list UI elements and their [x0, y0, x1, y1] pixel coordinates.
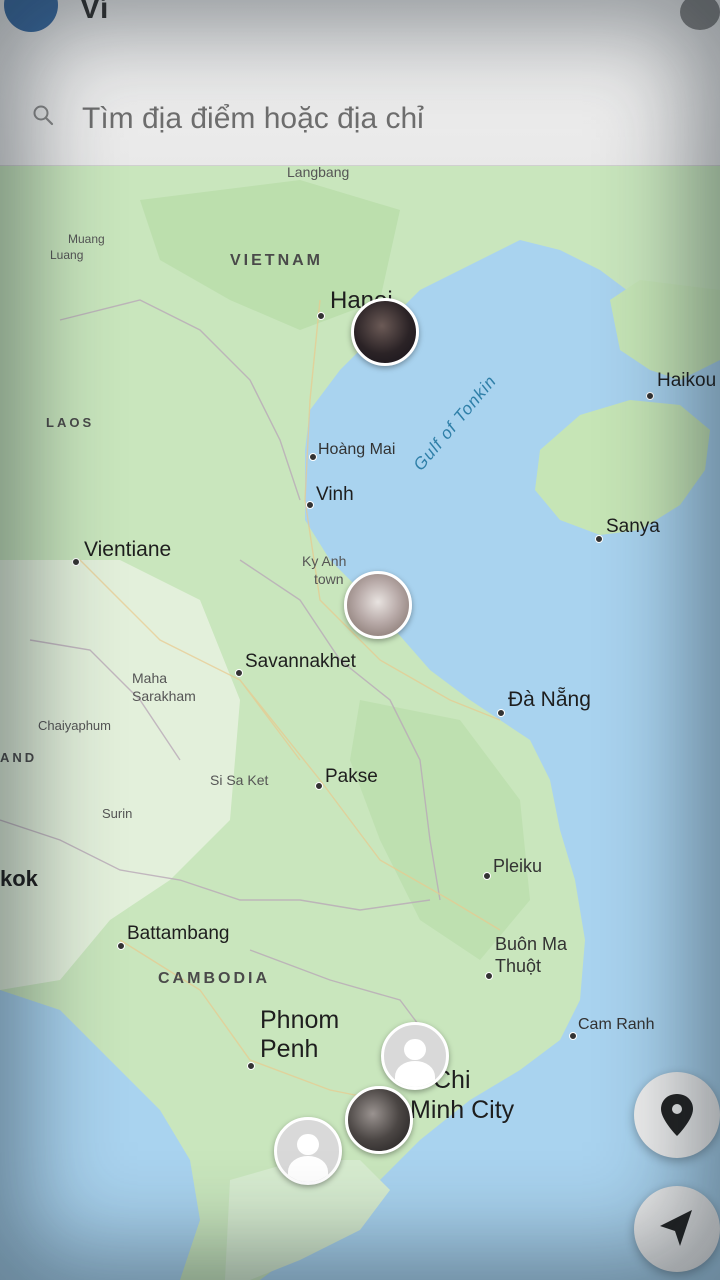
country-label-partial: AND [0, 750, 38, 765]
city-dot [483, 872, 491, 880]
map-pin-icon [661, 1094, 693, 1136]
place-label: Ky Anh [302, 553, 347, 569]
city-label-sanya: Sanya [606, 516, 660, 537]
place-label: town [314, 571, 344, 587]
place-label: Luang [50, 248, 84, 262]
avatar-body [395, 1060, 435, 1087]
place-label: Maha [132, 670, 168, 686]
city-label-hoang-mai: Hoàng Mai [318, 441, 396, 458]
city-dot [485, 972, 493, 980]
map-screen: Langbang Muang Luang VIETNAM Hanoi Haiko… [0, 0, 720, 1280]
avatar-head [404, 1038, 426, 1060]
navigation-arrow-icon [660, 1210, 692, 1246]
city-dot [646, 392, 654, 400]
map-canvas[interactable] [0, 0, 720, 1280]
city-dot [235, 669, 243, 677]
profile-icon[interactable] [680, 0, 720, 30]
place-label: Surin [102, 806, 133, 821]
city-dot [72, 558, 80, 566]
city-label-da-nang: Đà Nẵng [508, 688, 591, 711]
avatar-head [297, 1133, 319, 1155]
city-dot [247, 1062, 255, 1070]
city-label-cam-ranh: Cam Ranh [578, 1016, 655, 1033]
city-label-buon-ma-thuot-2: Thuột [495, 956, 542, 976]
city-label-pleiku: Pleiku [493, 856, 543, 876]
city-label-partial: kok [0, 866, 38, 891]
page-title: Ví [80, 0, 109, 25]
city-label-savannakhet: Savannakhet [245, 651, 356, 672]
city-label-battambang: Battambang [127, 923, 230, 944]
place-label: Si Sa Ket [210, 772, 269, 788]
default-avatar-pin[interactable] [274, 1117, 342, 1185]
country-label-vietnam: VIETNAM [230, 252, 323, 269]
city-label-vientiane: Vientiane [84, 538, 172, 561]
place-label: Muang [68, 232, 105, 246]
place-label: Sarakham [132, 688, 196, 704]
city-dot [306, 501, 314, 509]
location-button[interactable] [634, 1072, 720, 1158]
city-dot [569, 1032, 577, 1040]
city-label-haikou: Haikou [657, 370, 717, 391]
default-avatar-pin[interactable] [381, 1022, 449, 1090]
country-label-cambodia: CAMBODIA [158, 970, 270, 987]
place-label: Langbang [287, 164, 350, 180]
search-icon [33, 105, 54, 126]
city-dot [117, 942, 125, 950]
city-label-pakse: Pakse [325, 766, 378, 787]
city-dot [315, 782, 323, 790]
header-bar: Ví [0, 0, 720, 166]
city-dot [497, 709, 505, 717]
city-label-buon-ma-thuot: Buôn Ma [495, 934, 568, 954]
search-input[interactable] [80, 98, 684, 140]
friend-avatar-pin[interactable] [344, 571, 412, 639]
friend-avatar-pin[interactable] [351, 298, 419, 366]
city-dot [317, 312, 325, 320]
friend-avatar-pin[interactable] [345, 1086, 413, 1154]
app-logo-icon[interactable] [4, 0, 58, 32]
city-label-phnom-penh-2: Penh [260, 1035, 319, 1063]
search-bar[interactable] [22, 92, 698, 146]
avatar-body [288, 1155, 328, 1182]
country-label-laos: LAOS [46, 415, 95, 430]
city-label-vinh: Vinh [316, 484, 354, 505]
place-label: Chaiyaphum [38, 718, 111, 733]
city-dot [595, 535, 603, 543]
navigate-button[interactable] [634, 1186, 720, 1272]
city-label-phnom-penh: Phnom [260, 1006, 340, 1034]
city-label-hcmc-2: Minh City [410, 1096, 515, 1124]
city-dot [309, 453, 317, 461]
